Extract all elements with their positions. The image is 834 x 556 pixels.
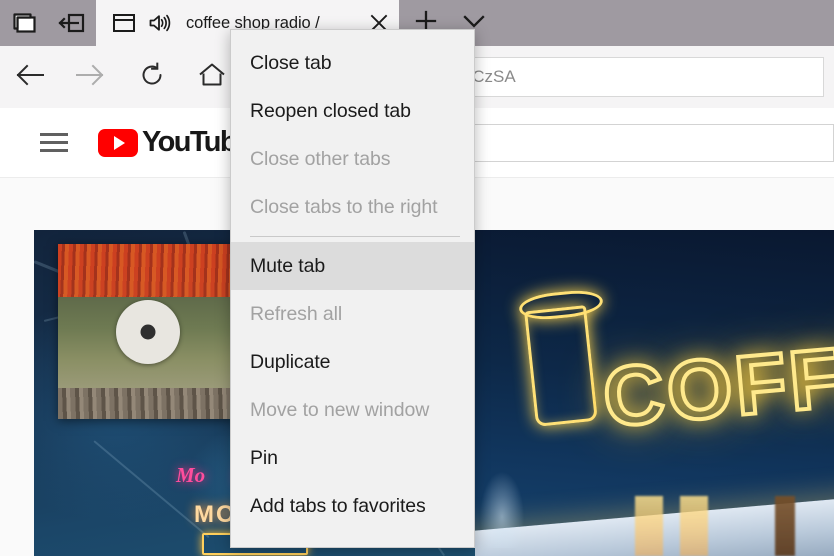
back-arrow-icon	[14, 62, 46, 93]
menu-item-add-tabs-to-favorites[interactable]: Add tabs to favorites	[231, 482, 474, 530]
menu-item-close-tabs-to-the-right: Close tabs to the right	[250, 195, 438, 218]
motel-sign-word1: Mo	[176, 463, 206, 487]
hamburger-menu-icon[interactable]	[40, 128, 68, 158]
menu-item-duplicate[interactable]: Duplicate	[231, 338, 474, 386]
menu-item-reopen-closed-tab[interactable]: Reopen closed tab	[231, 87, 474, 135]
album-art-disc-icon	[116, 299, 180, 364]
youtube-play-icon	[98, 128, 138, 157]
window-icon	[112, 13, 136, 33]
coffee-neon-text: COFFEE	[598, 318, 834, 447]
forward-button[interactable]	[60, 46, 120, 108]
tab-preview-button[interactable]	[0, 0, 48, 46]
refresh-icon	[138, 61, 166, 94]
tab-preview-icon	[11, 11, 37, 35]
speaker-playing-icon[interactable]	[148, 13, 172, 33]
tab-context-menu[interactable]: Close tab Reopen closed tab Close other …	[230, 29, 475, 548]
neon-coffee-cup-icon	[524, 305, 598, 427]
refresh-button[interactable]	[122, 46, 182, 108]
menu-item-mute-tab[interactable]: Mute tab	[231, 242, 474, 290]
video-scene-right: COFFEE	[475, 230, 834, 556]
back-button[interactable]	[0, 46, 60, 108]
menu-item-close-other-tabs: Close other tabs	[250, 147, 391, 170]
snowy-tree	[479, 470, 525, 548]
menu-item-pin[interactable]: Pin	[231, 434, 474, 482]
set-tabs-aside-button[interactable]	[48, 0, 96, 46]
menu-item-close-tab[interactable]: Close tab	[231, 39, 474, 87]
home-icon	[198, 62, 226, 93]
menu-item-move-to-new-window: Move to new window	[250, 398, 430, 421]
set-tabs-aside-icon	[58, 12, 86, 34]
forward-arrow-icon	[74, 62, 106, 93]
youtube-logo[interactable]: YouTube	[98, 126, 252, 159]
menu-separator	[250, 236, 460, 237]
album-art	[58, 244, 238, 419]
browser-window: coffee shop radio / YouTube Mo COFFEE Cl…	[0, 0, 834, 556]
menu-item-refresh-all: Refresh all	[250, 302, 343, 325]
